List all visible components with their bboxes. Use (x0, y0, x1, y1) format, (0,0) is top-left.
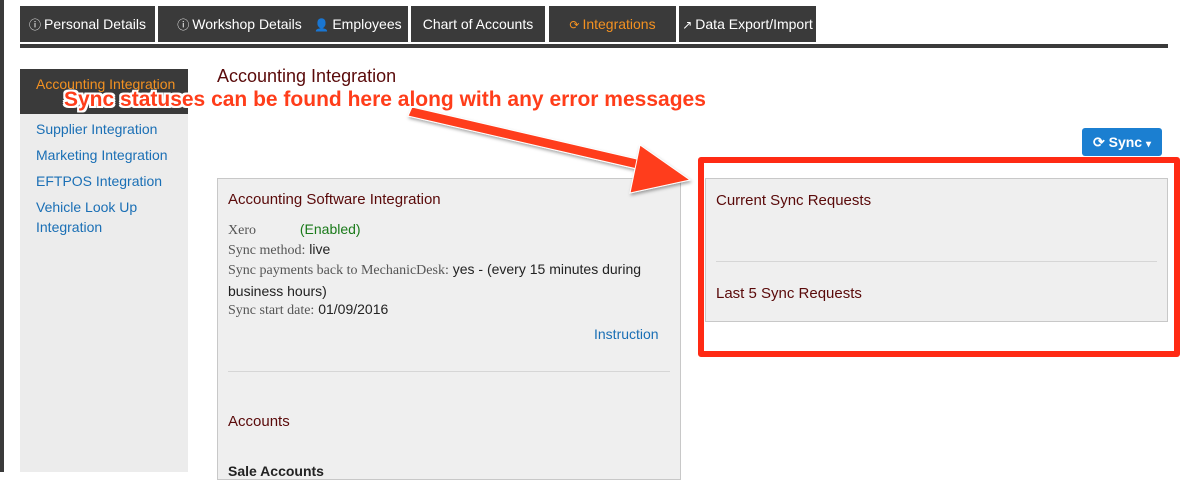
annotation-arrow (407, 106, 692, 194)
arrow-head (629, 144, 692, 194)
arrow-shaft (407, 106, 655, 173)
annotation-caption: Sync statuses can be found here along wi… (64, 88, 706, 111)
